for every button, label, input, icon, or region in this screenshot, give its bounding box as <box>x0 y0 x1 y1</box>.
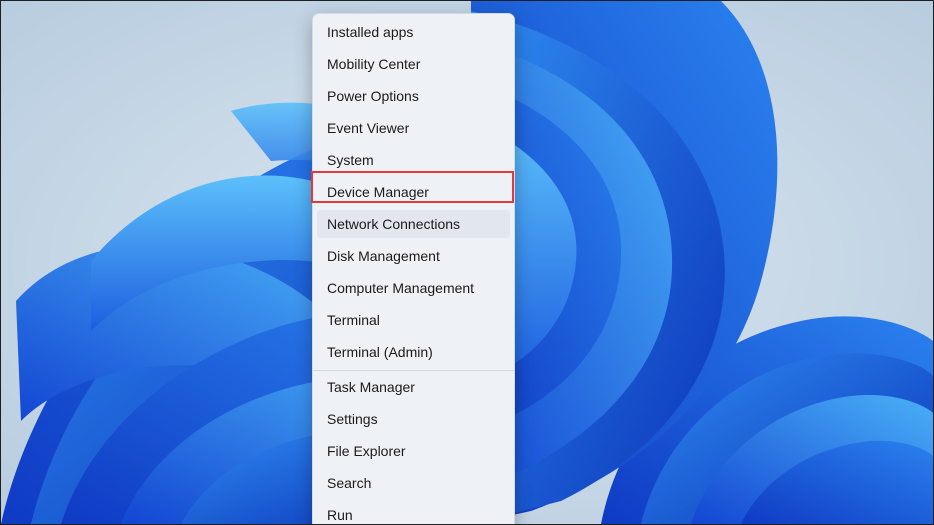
desktop-screen: Installed apps Mobility Center Power Opt… <box>0 0 934 525</box>
menu-item-run[interactable]: Run <box>317 501 510 524</box>
menu-item-system[interactable]: System <box>317 146 510 174</box>
menu-item-terminal[interactable]: Terminal <box>317 306 510 334</box>
menu-item-network-connections[interactable]: Network Connections <box>317 210 510 238</box>
menu-divider <box>313 370 514 371</box>
menu-item-computer-management[interactable]: Computer Management <box>317 274 510 302</box>
menu-item-power-options[interactable]: Power Options <box>317 82 510 110</box>
menu-item-mobility-center[interactable]: Mobility Center <box>317 50 510 78</box>
menu-item-disk-management[interactable]: Disk Management <box>317 242 510 270</box>
menu-item-task-manager[interactable]: Task Manager <box>317 373 510 401</box>
power-user-menu: Installed apps Mobility Center Power Opt… <box>312 13 515 524</box>
menu-item-settings[interactable]: Settings <box>317 405 510 433</box>
menu-item-installed-apps[interactable]: Installed apps <box>317 18 510 46</box>
menu-item-terminal-admin[interactable]: Terminal (Admin) <box>317 338 510 366</box>
menu-item-event-viewer[interactable]: Event Viewer <box>317 114 510 142</box>
menu-item-search[interactable]: Search <box>317 469 510 497</box>
menu-item-device-manager[interactable]: Device Manager <box>317 178 510 206</box>
menu-item-file-explorer[interactable]: File Explorer <box>317 437 510 465</box>
